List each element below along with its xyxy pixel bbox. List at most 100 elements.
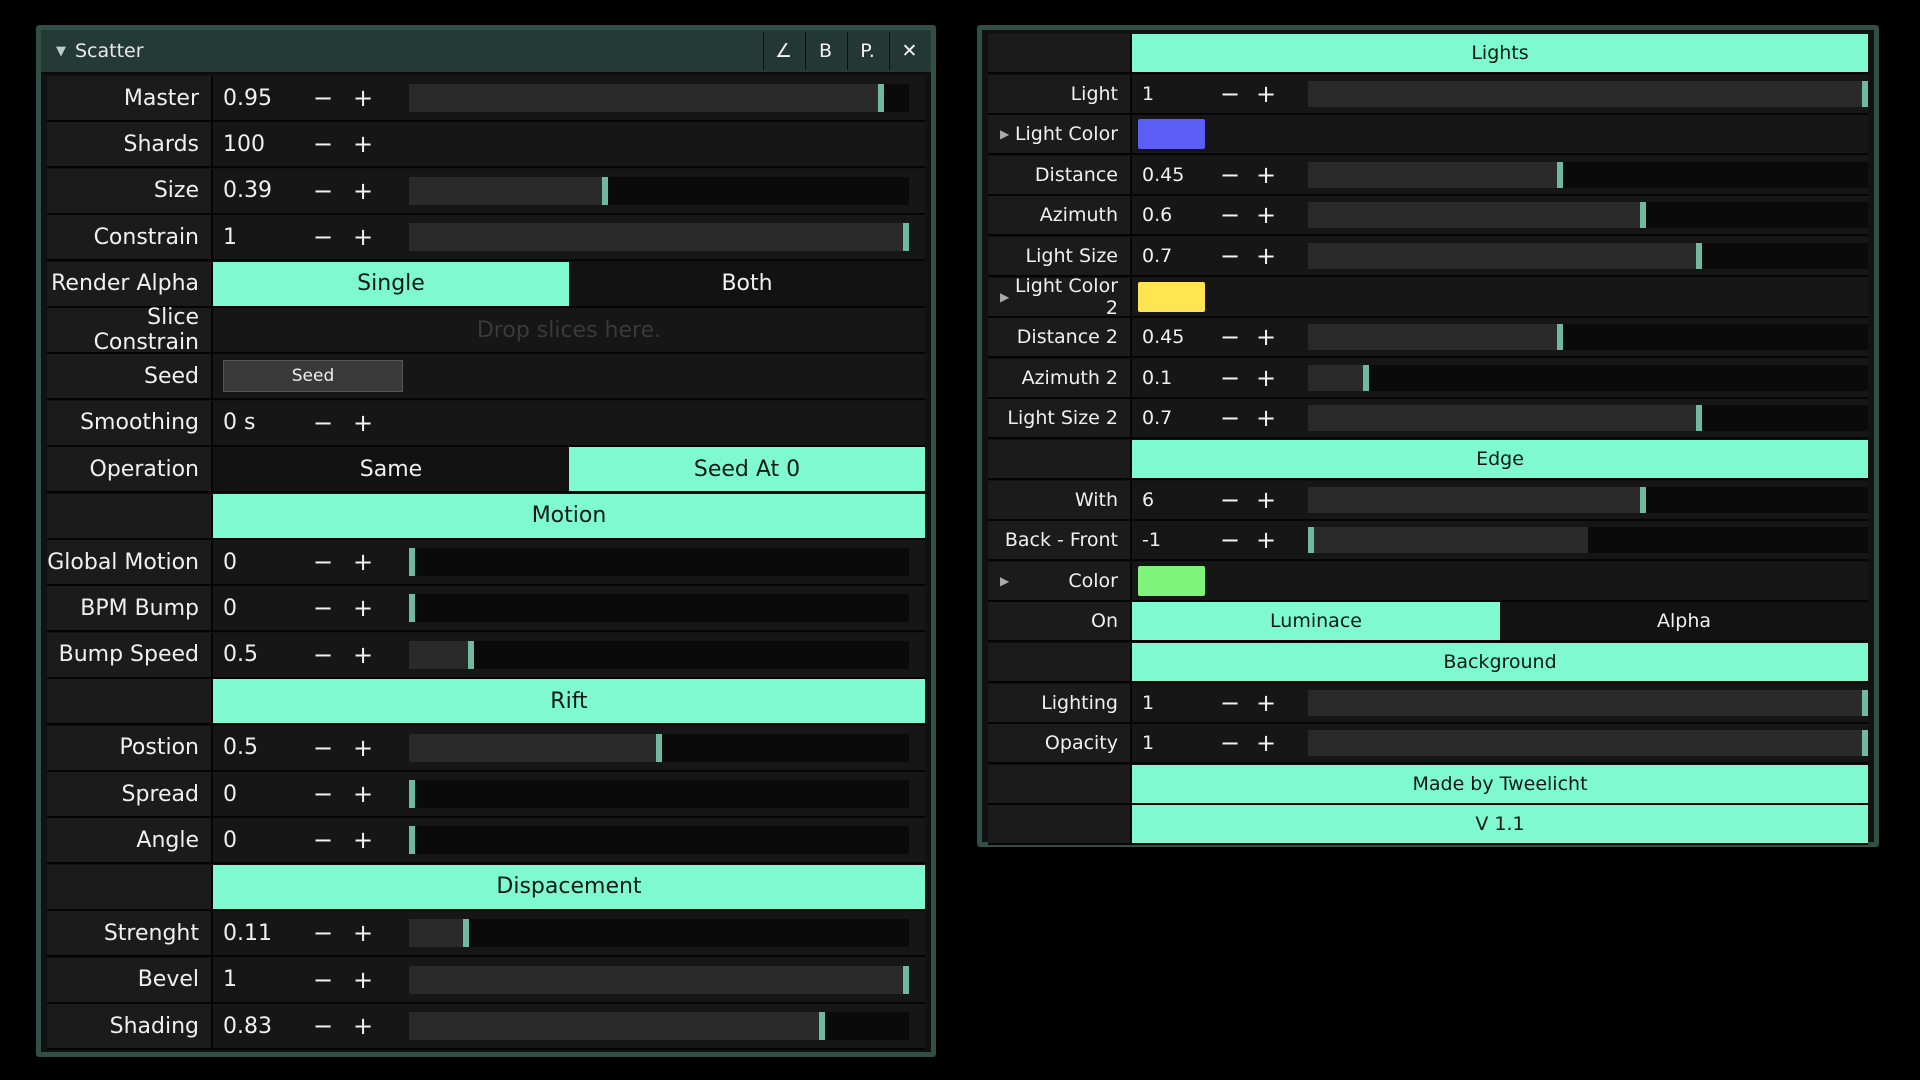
slider-handle[interactable] — [1557, 161, 1564, 188]
slider-track[interactable] — [409, 965, 909, 994]
slider-handle[interactable] — [819, 1012, 826, 1040]
increment-button[interactable]: + — [343, 958, 383, 1002]
increment-button[interactable]: + — [343, 401, 383, 445]
slider-track[interactable] — [409, 84, 909, 112]
decrement-button[interactable]: − — [1212, 399, 1248, 437]
segment-option-alpha[interactable]: Alpha — [1500, 602, 1868, 641]
slider-track[interactable] — [1308, 161, 1868, 188]
slider-handle[interactable] — [409, 548, 415, 576]
slider-handle[interactable] — [463, 919, 470, 948]
slider-track[interactable] — [1308, 80, 1868, 107]
value-field[interactable]: 100 — [213, 122, 303, 166]
increment-button[interactable]: + — [1248, 196, 1284, 234]
decrement-button[interactable]: − — [303, 1004, 343, 1048]
increment-button[interactable]: + — [1248, 156, 1284, 194]
slider-handle[interactable] — [1695, 405, 1702, 432]
decrement-button[interactable]: − — [303, 911, 343, 955]
expand-caret-icon[interactable]: ▶ — [988, 127, 1009, 141]
slider-track[interactable] — [1308, 243, 1868, 269]
value-field[interactable]: 0.1 — [1132, 359, 1212, 397]
slider-handle[interactable] — [656, 733, 662, 762]
value-field[interactable]: 0 — [213, 818, 303, 862]
increment-button[interactable]: + — [343, 122, 383, 166]
decrement-button[interactable]: − — [303, 726, 343, 770]
value-field[interactable]: 0.83 — [213, 1004, 303, 1048]
slider-track[interactable] — [409, 1012, 909, 1040]
value-field[interactable]: 0.45 — [1132, 156, 1212, 194]
increment-button[interactable]: + — [343, 726, 383, 770]
value-field[interactable]: 1 — [213, 215, 303, 259]
decrement-button[interactable]: − — [1212, 521, 1248, 559]
slider-track[interactable] — [1308, 730, 1868, 757]
angle-button[interactable]: ∠ — [763, 32, 803, 70]
decrement-button[interactable]: − — [1212, 156, 1248, 194]
value-field[interactable]: 0.95 — [213, 76, 303, 120]
increment-button[interactable]: + — [343, 911, 383, 955]
increment-button[interactable]: + — [343, 169, 383, 213]
bypass-button[interactable]: B — [805, 32, 845, 70]
slider-handle[interactable] — [878, 84, 885, 112]
preset-button[interactable]: P. — [847, 32, 887, 70]
value-field[interactable]: 1 — [1132, 724, 1212, 762]
slider-handle[interactable] — [1557, 324, 1564, 351]
color-swatch[interactable] — [1138, 281, 1205, 312]
value-field[interactable]: 0.7 — [1132, 399, 1212, 437]
value-field[interactable]: 0.45 — [1132, 318, 1212, 356]
increment-button[interactable]: + — [343, 1004, 383, 1048]
value-field[interactable]: 0.5 — [213, 633, 303, 677]
increment-button[interactable]: + — [1248, 724, 1284, 762]
decrement-button[interactable]: − — [303, 586, 343, 630]
color-swatch[interactable] — [1138, 565, 1205, 596]
slider-handle[interactable] — [468, 640, 475, 669]
decrement-button[interactable]: − — [303, 772, 343, 816]
slider-track[interactable] — [1308, 202, 1868, 229]
slider-track[interactable] — [409, 176, 909, 205]
slider-handle[interactable] — [409, 780, 415, 808]
slider-track[interactable] — [1308, 486, 1868, 513]
value-field[interactable]: 0.5 — [213, 726, 303, 770]
slider-handle[interactable] — [1363, 364, 1370, 391]
decrement-button[interactable]: − — [303, 76, 343, 120]
decrement-button[interactable]: − — [303, 958, 343, 1002]
increment-button[interactable]: + — [1248, 359, 1284, 397]
increment-button[interactable]: + — [1248, 237, 1284, 275]
segment-option-luminace[interactable]: Luminace — [1132, 602, 1500, 641]
color-swatch[interactable] — [1138, 119, 1205, 150]
slider-track[interactable] — [409, 826, 909, 855]
collapse-triangle-icon[interactable]: ▼ — [47, 44, 75, 59]
value-field[interactable]: 1 — [1132, 75, 1212, 113]
close-button[interactable]: ✕ — [889, 32, 929, 70]
slider-track[interactable] — [409, 780, 909, 808]
expand-caret-icon[interactable]: ▶ — [988, 574, 1009, 588]
value-field[interactable]: 0 — [213, 586, 303, 630]
slider-handle[interactable] — [903, 965, 909, 994]
slider-track[interactable] — [1308, 324, 1868, 351]
value-field[interactable]: 0 — [213, 772, 303, 816]
slider-track[interactable] — [1308, 689, 1868, 716]
slider-handle[interactable] — [1308, 527, 1314, 554]
slider-handle[interactable] — [409, 826, 415, 855]
segment-option-seed-at-0[interactable]: Seed At 0 — [569, 447, 925, 492]
panel-titlebar[interactable]: ▼ Scatter ∠ B P. ✕ — [41, 30, 931, 74]
increment-button[interactable]: + — [343, 76, 383, 120]
value-field[interactable]: 1 — [1132, 684, 1212, 722]
seed-button[interactable]: Seed — [223, 360, 403, 393]
slider-handle[interactable] — [1862, 689, 1868, 716]
slider-track[interactable] — [409, 594, 909, 623]
decrement-button[interactable]: − — [1212, 196, 1248, 234]
slider-handle[interactable] — [1695, 243, 1702, 269]
value-field[interactable]: 0.39 — [213, 169, 303, 213]
slider-track[interactable] — [409, 223, 909, 252]
slider-track[interactable] — [409, 548, 909, 576]
increment-button[interactable]: + — [343, 818, 383, 862]
increment-button[interactable]: + — [343, 772, 383, 816]
decrement-button[interactable]: − — [303, 540, 343, 584]
decrement-button[interactable]: − — [1212, 237, 1248, 275]
decrement-button[interactable]: − — [303, 215, 343, 259]
increment-button[interactable]: + — [343, 633, 383, 677]
decrement-button[interactable]: − — [303, 122, 343, 166]
slider-handle[interactable] — [1862, 80, 1868, 107]
increment-button[interactable]: + — [1248, 399, 1284, 437]
slider-handle[interactable] — [1640, 202, 1647, 229]
increment-button[interactable]: + — [1248, 481, 1284, 519]
